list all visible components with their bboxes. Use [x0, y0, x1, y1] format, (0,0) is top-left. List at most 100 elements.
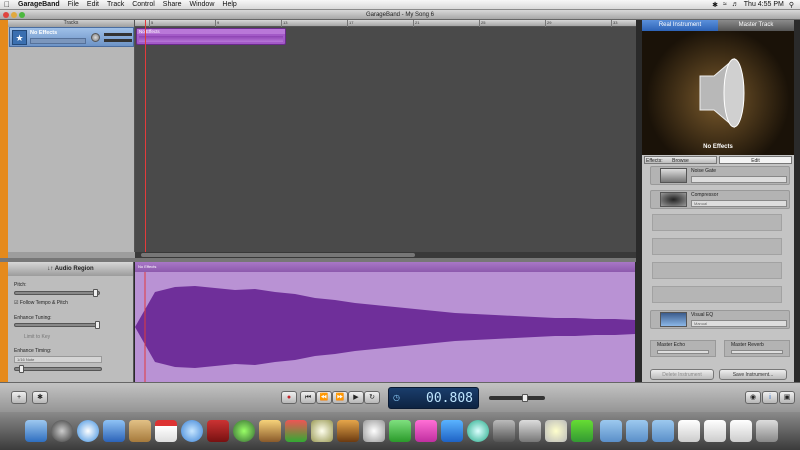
volume-icon[interactable]: ♬ [732, 1, 739, 8]
trash-icon[interactable] [756, 420, 778, 442]
timeline-area[interactable]: 5 9 13 17 21 25 29 33 No Effects [135, 20, 636, 258]
minimize-icon[interactable] [11, 12, 17, 18]
fx-visual-eq[interactable]: Visual EQ Manual [650, 310, 790, 329]
waveform-editor[interactable]: No Effects [135, 262, 635, 382]
menu-track[interactable]: Track [103, 1, 128, 8]
zoom-icon[interactable] [19, 12, 25, 18]
apple-menu-icon[interactable]:  [0, 0, 14, 9]
editor-toggle-button[interactable]: ✱ [32, 391, 48, 404]
tab-master-track[interactable]: Master Track [718, 20, 794, 31]
spotlight-icon[interactable]: ⚲ [789, 1, 794, 9]
noise-gate-icon [660, 168, 687, 183]
rewind-button[interactable]: ⏪ [316, 391, 332, 404]
fx-noise-gate[interactable]: Noise Gate [650, 166, 790, 185]
fx-empty-slot[interactable] [652, 262, 782, 279]
finder-icon[interactable] [25, 420, 47, 442]
bluetooth-icon[interactable]: ✱ [712, 1, 718, 9]
compressor-icon [660, 192, 687, 207]
editor-ruler[interactable]: No Effects [135, 262, 635, 272]
document-icon[interactable] [704, 420, 726, 442]
master-reverb-control[interactable]: Master Reverb [724, 340, 790, 357]
document-icon[interactable] [730, 420, 752, 442]
loop-browser-button[interactable]: ◉ [745, 391, 761, 404]
follow-tempo-checkbox[interactable]: ☑ Follow Tempo & Pitch [14, 300, 68, 306]
document-icon[interactable] [678, 420, 700, 442]
app-icon[interactable] [363, 420, 385, 442]
playhead[interactable] [145, 20, 146, 252]
time-machine-icon[interactable] [467, 420, 489, 442]
timeline-ruler[interactable]: 5 9 13 17 21 25 29 33 [135, 20, 636, 27]
noise-gate-slider[interactable] [691, 176, 787, 183]
app-icon[interactable] [389, 420, 411, 442]
pitch-slider[interactable] [14, 289, 100, 297]
address-book-icon[interactable] [129, 420, 151, 442]
pan-knob[interactable] [91, 33, 100, 42]
garageband-icon[interactable] [337, 420, 359, 442]
menu-share[interactable]: Share [159, 1, 186, 8]
clock-icon[interactable]: ◷ [393, 393, 400, 402]
enhance-tuning-slider[interactable] [14, 321, 100, 329]
edit-tab[interactable]: Edit [719, 156, 792, 164]
fx-compressor[interactable]: Compressor Manual [650, 190, 790, 209]
master-echo-control[interactable]: Master Echo [650, 340, 716, 357]
app-icon[interactable] [415, 420, 437, 442]
app-icon[interactable] [519, 420, 541, 442]
tracks-header-label: Tracks [8, 20, 134, 27]
itunes-icon[interactable] [181, 420, 203, 442]
folder-icon[interactable] [600, 420, 622, 442]
menu-app[interactable]: GarageBand [14, 1, 64, 8]
iphoto-icon[interactable] [259, 420, 281, 442]
app-icon[interactable] [285, 420, 307, 442]
tab-real-instrument[interactable]: Real Instrument [642, 20, 718, 31]
master-echo-slider[interactable] [657, 350, 709, 354]
close-icon[interactable] [3, 12, 9, 18]
clock[interactable]: Thu 4:55 PM [744, 1, 784, 8]
record-button[interactable]: ● [281, 391, 297, 404]
mail-icon[interactable] [103, 420, 125, 442]
scrollbar-thumb[interactable] [141, 253, 415, 257]
photo-booth-icon[interactable] [207, 420, 229, 442]
limit-to-key-checkbox[interactable]: Limit to Key [24, 334, 50, 340]
app-icon[interactable] [571, 420, 593, 442]
app-icon[interactable] [311, 420, 333, 442]
menu-edit[interactable]: Edit [83, 1, 103, 8]
eq-preset-select[interactable]: Manual [691, 320, 787, 327]
enhance-timing-slider[interactable] [14, 365, 102, 373]
save-instrument-button[interactable]: Save Instrument... [719, 369, 787, 380]
timing-select[interactable]: 1/16 Note [14, 356, 102, 363]
instrument-image: No Effects [642, 31, 794, 155]
track-volume-slider[interactable] [104, 33, 132, 36]
track-controls[interactable] [30, 38, 86, 44]
finale-icon[interactable] [233, 420, 255, 442]
folder-icon[interactable] [626, 420, 648, 442]
audio-region[interactable]: No Effects [136, 28, 286, 45]
wifi-icon[interactable]: ≈ [723, 1, 727, 8]
system-preferences-icon[interactable] [493, 420, 515, 442]
play-button[interactable]: ▶ [348, 391, 364, 404]
compressor-preset-select[interactable]: Manual [691, 200, 787, 207]
menu-help[interactable]: Help [218, 1, 240, 8]
fast-forward-button[interactable]: ⏩ [332, 391, 348, 404]
cycle-button[interactable]: ↻ [364, 391, 380, 404]
app-icon[interactable] [441, 420, 463, 442]
menu-control[interactable]: Control [128, 1, 159, 8]
track-row[interactable]: ★ No Effects [9, 27, 134, 47]
master-volume-slider[interactable] [489, 394, 545, 402]
fx-empty-slot[interactable] [652, 238, 782, 255]
ical-icon[interactable] [155, 420, 177, 442]
safari-icon[interactable] [77, 420, 99, 442]
menu-file[interactable]: File [64, 1, 83, 8]
lcd-display[interactable]: ◷ 00.808 [388, 387, 479, 409]
go-to-start-button[interactable]: ⏮ [300, 391, 316, 404]
dashboard-icon[interactable] [51, 420, 73, 442]
add-track-button[interactable]: + [11, 391, 27, 404]
fx-empty-slot[interactable] [652, 286, 782, 303]
media-browser-button[interactable]: ▣ [779, 391, 795, 404]
menu-window[interactable]: Window [185, 1, 218, 8]
fx-empty-slot[interactable] [652, 214, 782, 231]
master-reverb-slider[interactable] [731, 350, 783, 354]
delete-instrument-button[interactable]: Delete Instrument [650, 369, 714, 380]
app-icon[interactable] [545, 420, 567, 442]
folder-icon[interactable] [652, 420, 674, 442]
info-button[interactable]: i [762, 391, 778, 404]
